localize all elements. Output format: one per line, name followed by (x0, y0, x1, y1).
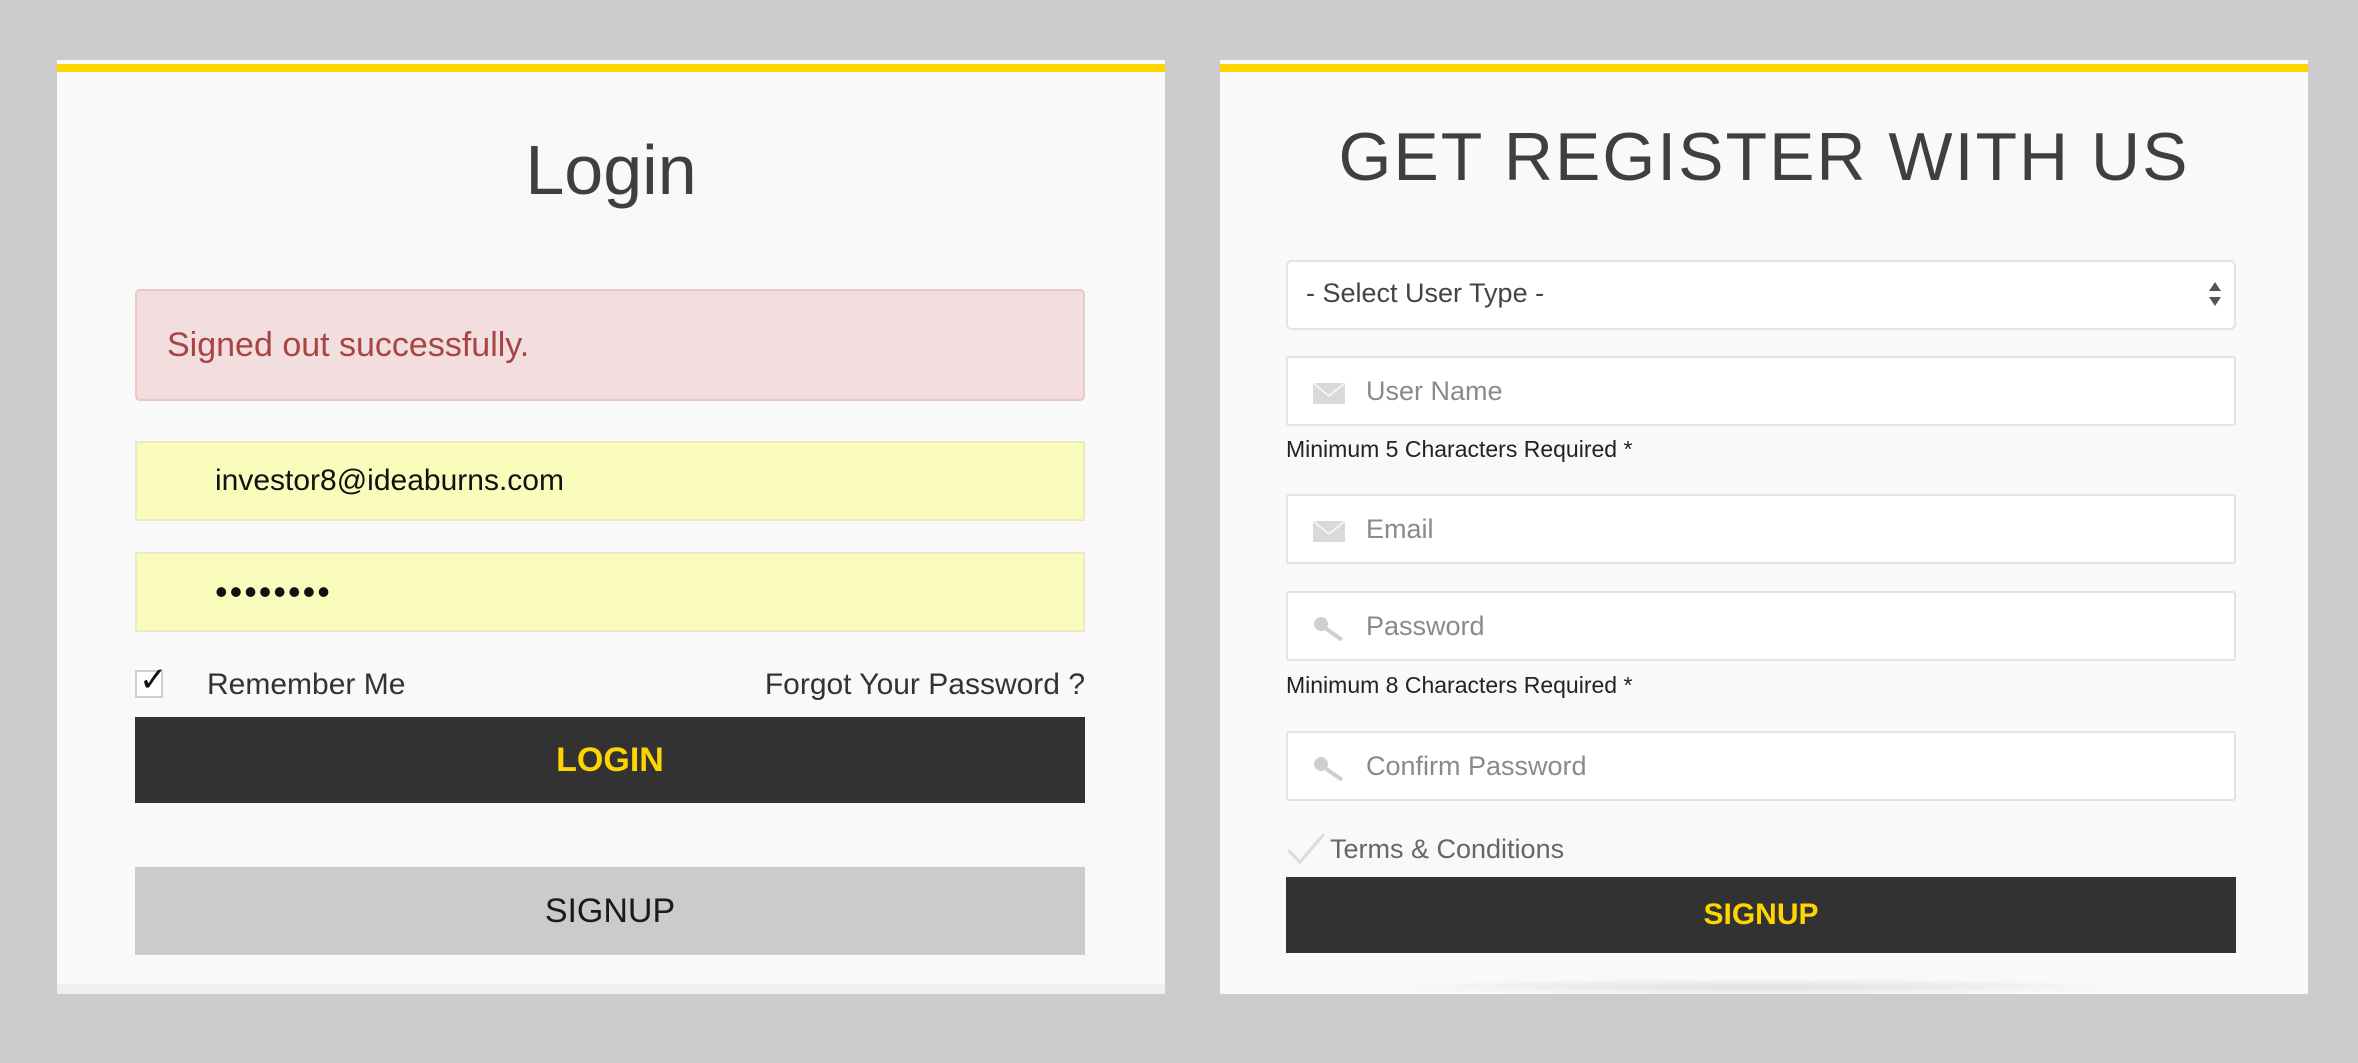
key-icon (1314, 757, 1344, 781)
username-field[interactable]: User Name (1286, 356, 2236, 426)
signout-alert: Signed out successfully. (135, 289, 1085, 401)
panel-footer (57, 984, 1165, 994)
register-title: GET REGISTER WITH US (1338, 119, 2190, 195)
user-type-value: - Select User Type - (1306, 278, 1545, 308)
accent-bar (57, 64, 1165, 72)
login-button[interactable]: LOGIN (135, 717, 1085, 803)
register-panel: GET REGISTER WITH US - Select User Type … (1220, 60, 2308, 996)
terms-row[interactable]: Terms & Conditions (1286, 828, 1686, 868)
signup-button[interactable]: SIGNUP (135, 867, 1085, 955)
remember-checkbox[interactable]: ✓ (135, 660, 168, 700)
password-field[interactable]: Password (1286, 591, 2236, 661)
username-hint: Minimum 5 Characters Required * (1286, 436, 1633, 462)
login-title: Login (525, 131, 697, 209)
accent-bar (1220, 64, 2308, 72)
envelope-icon (1312, 520, 1346, 542)
envelope-icon (1312, 382, 1346, 404)
checkmark-icon[interactable] (1286, 830, 1326, 866)
terms-label: Terms & Conditions (1330, 834, 1565, 864)
checkmark-icon: ✓ (139, 660, 168, 700)
password-placeholder: Password (1366, 611, 1485, 641)
button-shadow (1380, 978, 2140, 996)
key-icon (1314, 617, 1344, 641)
forgot-password-link[interactable]: Forgot Your Password ? (765, 668, 1085, 702)
email-input[interactable] (135, 441, 1085, 521)
password-hint: Minimum 8 Characters Required * (1286, 672, 1633, 698)
username-placeholder: User Name (1366, 376, 1503, 406)
user-type-select[interactable]: - Select User Type - (1286, 260, 2236, 330)
select-arrows-icon (2209, 282, 2221, 306)
register-signup-button[interactable]: SIGNUP (1286, 877, 2236, 953)
email-field[interactable]: Email (1286, 494, 2236, 564)
alert-message: Signed out successfully. (167, 325, 530, 364)
login-panel: Login Signed out successfully. ✓ Remembe… (57, 60, 1165, 994)
remember-label: Remember Me (207, 668, 406, 701)
email-placeholder: Email (1366, 514, 1434, 544)
confirm-password-field[interactable]: Confirm Password (1286, 731, 2236, 801)
password-input[interactable] (135, 552, 1085, 632)
confirm-password-placeholder: Confirm Password (1366, 751, 1587, 781)
remember-row: ✓ Remember Me Forgot Your Password ? (135, 660, 1085, 710)
